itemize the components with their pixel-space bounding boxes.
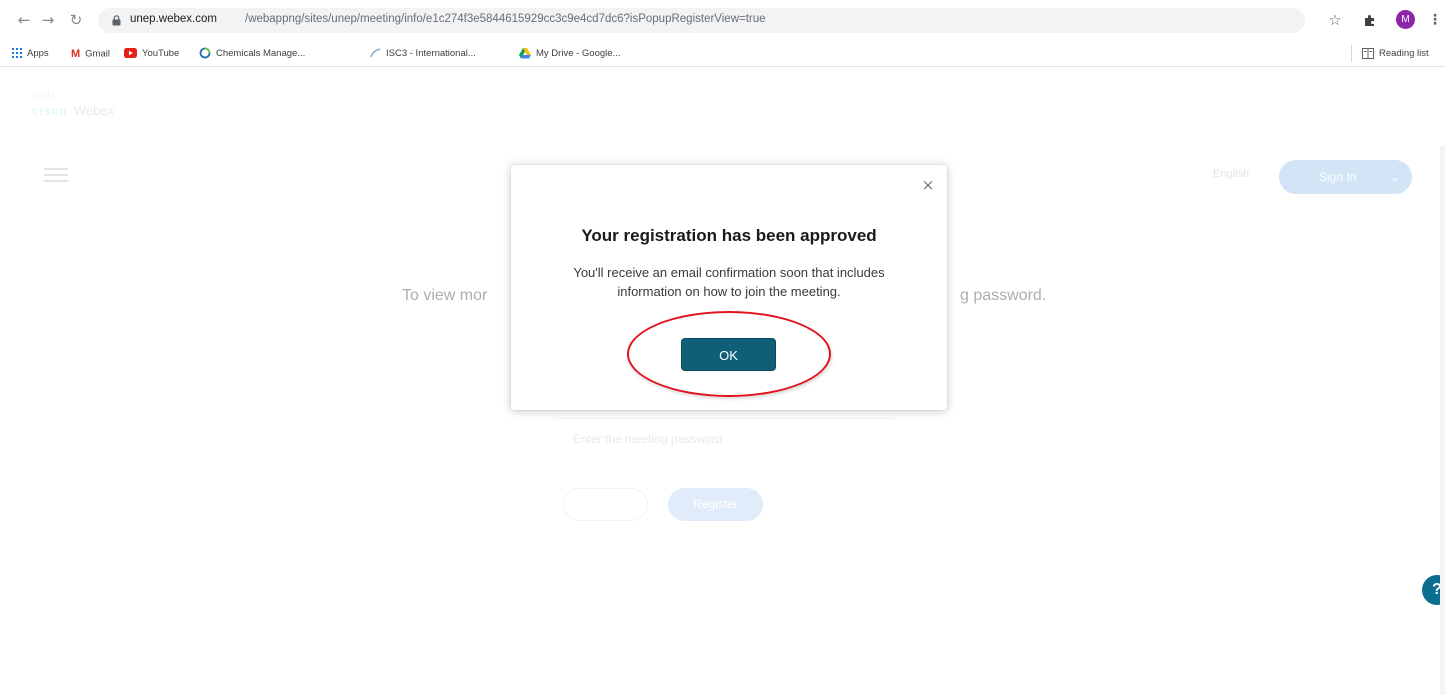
bookmark-label: ISC3 - International... [386, 48, 476, 59]
lock-icon [112, 15, 121, 26]
page-scrollbar[interactable] [1440, 146, 1445, 695]
browser-toolbar: ← → ↻ unep.webex.com /webappng/sites/une… [0, 0, 1445, 40]
profile-avatar[interactable]: M [1396, 10, 1415, 29]
dialog-message: You'll receive an email confirmation soo… [573, 265, 885, 299]
extensions-icon[interactable] [1358, 9, 1380, 31]
reading-list-button[interactable]: Reading list [1362, 47, 1429, 61]
intro-text-right: g password. [960, 287, 1047, 304]
password-input[interactable]: Enter the meeting password [573, 432, 722, 446]
gmail-icon: M [71, 48, 81, 60]
highlight-circle-annotation [627, 311, 831, 397]
toolbar-separator [1351, 45, 1352, 62]
google-drive-icon [519, 47, 531, 59]
bookmark-isc3[interactable]: ISC3 - International... [370, 47, 476, 61]
chemicals-logo-icon [199, 48, 211, 59]
bookmark-star-icon[interactable]: ☆ [1324, 9, 1346, 31]
cisco-webex-logo: ılıılı cisco Webex [32, 90, 114, 120]
bookmarks-bar: Apps M Gmail YouTube Chemicals Manage... … [0, 40, 1445, 67]
url-path: /webappng/sites/unep/meeting/info/e1c274… [245, 13, 766, 25]
apps-grid-icon [12, 48, 22, 59]
bookmark-label: Chemicals Manage... [216, 48, 306, 59]
password-underline [557, 418, 893, 419]
bookmark-label: Gmail [85, 48, 110, 60]
logo-webex-text: Webex [73, 103, 114, 118]
bookmark-gmail[interactable]: M Gmail [71, 47, 110, 61]
sign-in-button[interactable]: Sign In ⌄ [1279, 160, 1412, 194]
reload-icon[interactable]: ↻ [66, 9, 86, 31]
register-button[interactable]: Register [668, 488, 763, 521]
bookmark-label: My Drive - Google... [536, 48, 621, 59]
forward-arrow-icon[interactable]: → [38, 9, 58, 31]
dialog-title: Your registration has been approved [581, 226, 877, 245]
back-arrow-icon[interactable]: ← [14, 9, 34, 31]
sign-in-label: Sign In [1319, 170, 1357, 184]
reading-list-label: Reading list [1379, 48, 1429, 59]
bookmark-label: YouTube [142, 48, 180, 59]
bookmark-youtube[interactable]: YouTube [124, 47, 179, 61]
bookmark-chemicals[interactable]: Chemicals Manage... [199, 47, 305, 61]
logo-cisco-text: cisco [32, 104, 68, 118]
address-bar[interactable]: unep.webex.com /webappng/sites/unep/meet… [98, 8, 1305, 33]
cisco-bars-icon: ılıılı [32, 90, 56, 102]
menu-dots-icon[interactable]: ⋮ [1424, 9, 1445, 31]
intro-text-left: To view mor [402, 287, 488, 304]
bookmark-label: Apps [27, 48, 49, 59]
youtube-icon [124, 48, 137, 59]
url-host: unep.webex.com [130, 13, 217, 25]
bookmark-apps[interactable]: Apps [12, 47, 49, 61]
language-selector[interactable]: English [1213, 168, 1249, 180]
reading-list-icon [1362, 47, 1374, 59]
bookmark-drive[interactable]: My Drive - Google... [519, 47, 620, 61]
hamburger-menu-icon[interactable] [44, 168, 68, 182]
isc3-logo-icon [370, 48, 381, 58]
close-icon[interactable]: × [920, 177, 936, 193]
chevron-down-icon: ⌄ [1389, 170, 1400, 184]
back-button[interactable] [563, 488, 648, 521]
